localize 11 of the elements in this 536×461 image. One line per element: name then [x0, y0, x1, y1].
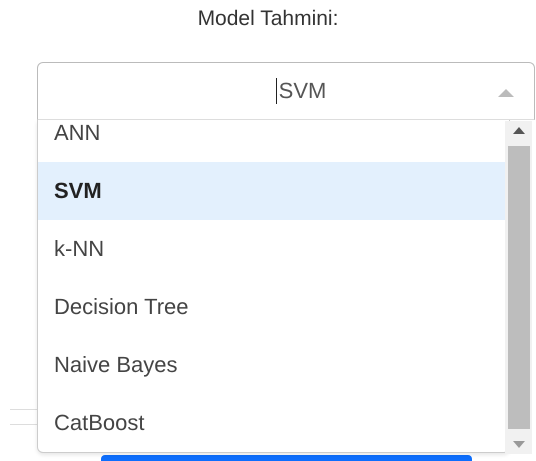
model-select[interactable]: SVM	[37, 62, 535, 120]
dropdown-option[interactable]: CatBoost	[38, 394, 509, 452]
scroll-up-icon[interactable]	[512, 127, 524, 134]
field-label: Model Tahmini:	[198, 6, 338, 32]
dropdown-option[interactable]: k-NN	[38, 220, 509, 278]
caret-icon	[498, 89, 514, 97]
dropdown-option[interactable]: ANN	[38, 120, 509, 162]
dropdown-option[interactable]: Naive Bayes	[38, 336, 509, 394]
scroll-down-icon[interactable]	[512, 441, 524, 448]
scrollbar[interactable]	[505, 121, 532, 454]
dropdown-option[interactable]: Decision Tree	[38, 278, 509, 336]
